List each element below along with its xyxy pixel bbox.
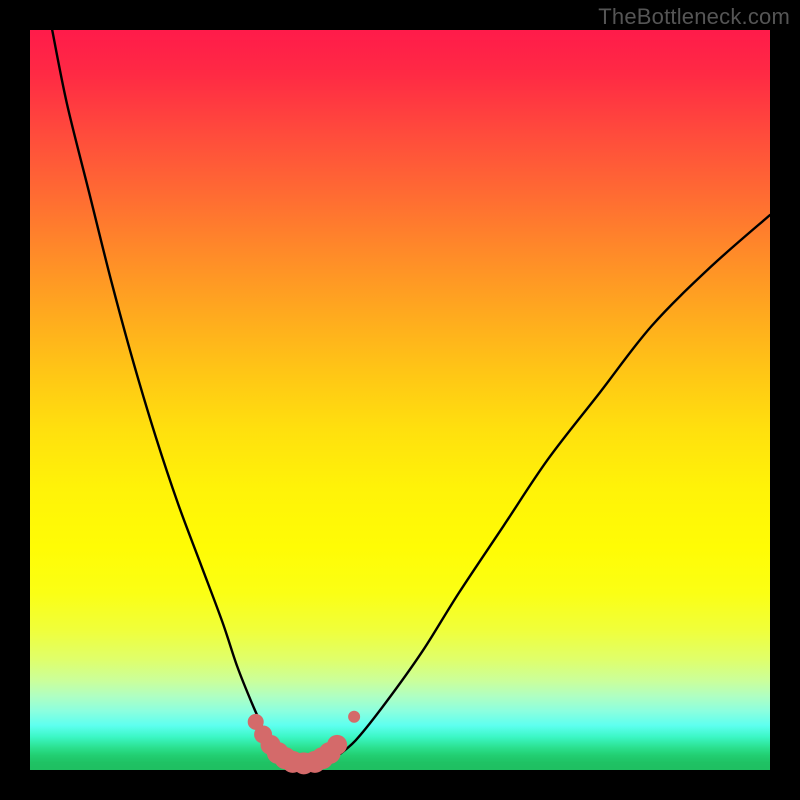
watermark-text: TheBottleneck.com xyxy=(598,4,790,30)
trough-markers xyxy=(248,711,360,775)
trough-marker xyxy=(348,711,360,723)
trough-marker xyxy=(327,735,347,755)
bottleneck-curve xyxy=(52,30,770,766)
curve-svg xyxy=(30,30,770,770)
plot-area xyxy=(30,30,770,770)
chart-frame: TheBottleneck.com xyxy=(0,0,800,800)
